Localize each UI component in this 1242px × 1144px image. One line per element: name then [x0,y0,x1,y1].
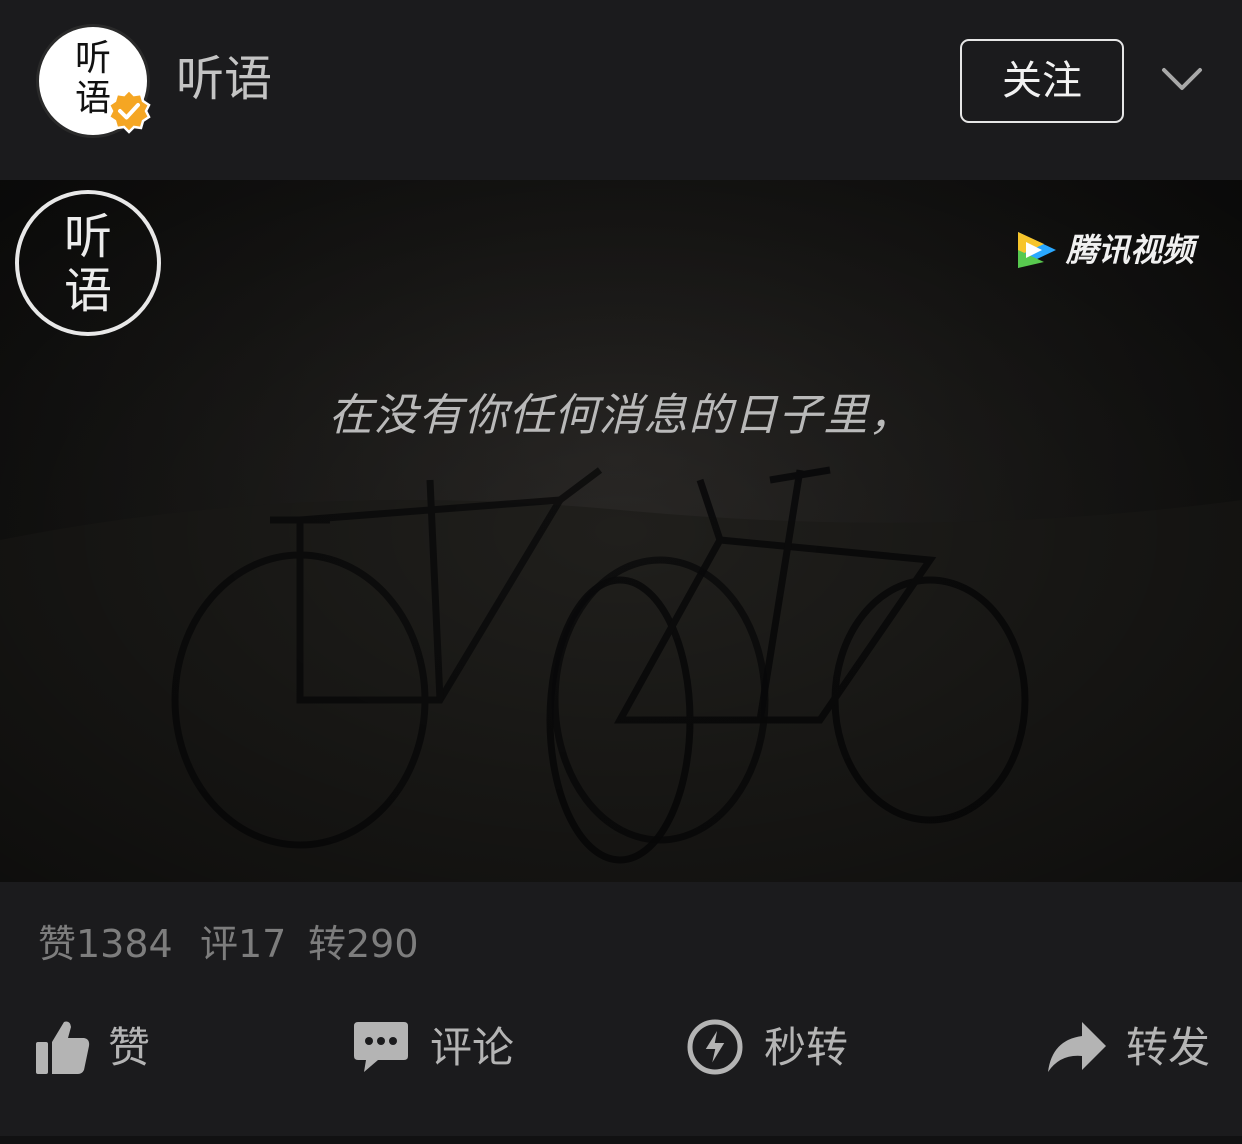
chevron-down-icon[interactable] [1160,62,1204,98]
video-subtitle: 在没有你任何消息的日子里， [328,390,914,441]
bottom-divider [0,1136,1242,1144]
weibo-post: 听 语 听语 关注 听 语 腾讯视频 在没有你任何消息的日子里， 赞1384 评… [0,0,1242,1144]
repost-count[interactable]: 转290 [308,918,419,970]
action-bar: 赞 评论 秒转 转发 [0,1000,1242,1100]
share-arrow-icon [1048,1022,1106,1072]
forward-button[interactable]: 转发 [1046,1018,1216,1082]
like-label: 赞 [108,1023,151,1072]
verified-badge-icon [107,88,151,134]
lightning-icon [687,1019,743,1075]
like-count[interactable]: 赞1384 [38,918,173,970]
comment-button[interactable]: 评论 [352,1018,522,1082]
quick-repost-button[interactable]: 秒转 [686,1018,856,1082]
thumbs-up-icon [36,1021,90,1074]
watermark-logo-text: 听 语 [63,209,112,319]
username[interactable]: 听语 [176,50,272,108]
channel-watermark-logo: 听 语 [15,190,161,336]
comment-label: 评论 [430,1023,515,1072]
forward-label: 转发 [1126,1023,1211,1072]
comment-icon [354,1022,408,1072]
bicycle-scene-image [0,180,1242,882]
comment-count[interactable]: 评17 [200,918,286,970]
video-player[interactable]: 听 语 腾讯视频 在没有你任何消息的日子里， [0,180,1242,882]
tencent-video-icon [1018,232,1056,268]
follow-button[interactable]: 关注 [960,39,1124,123]
quick-repost-label: 秒转 [764,1023,849,1072]
tencent-video-label: 腾讯视频 [1066,231,1195,269]
post-header: 听 语 听语 关注 [0,0,1242,180]
like-button[interactable]: 赞 [34,1018,164,1082]
